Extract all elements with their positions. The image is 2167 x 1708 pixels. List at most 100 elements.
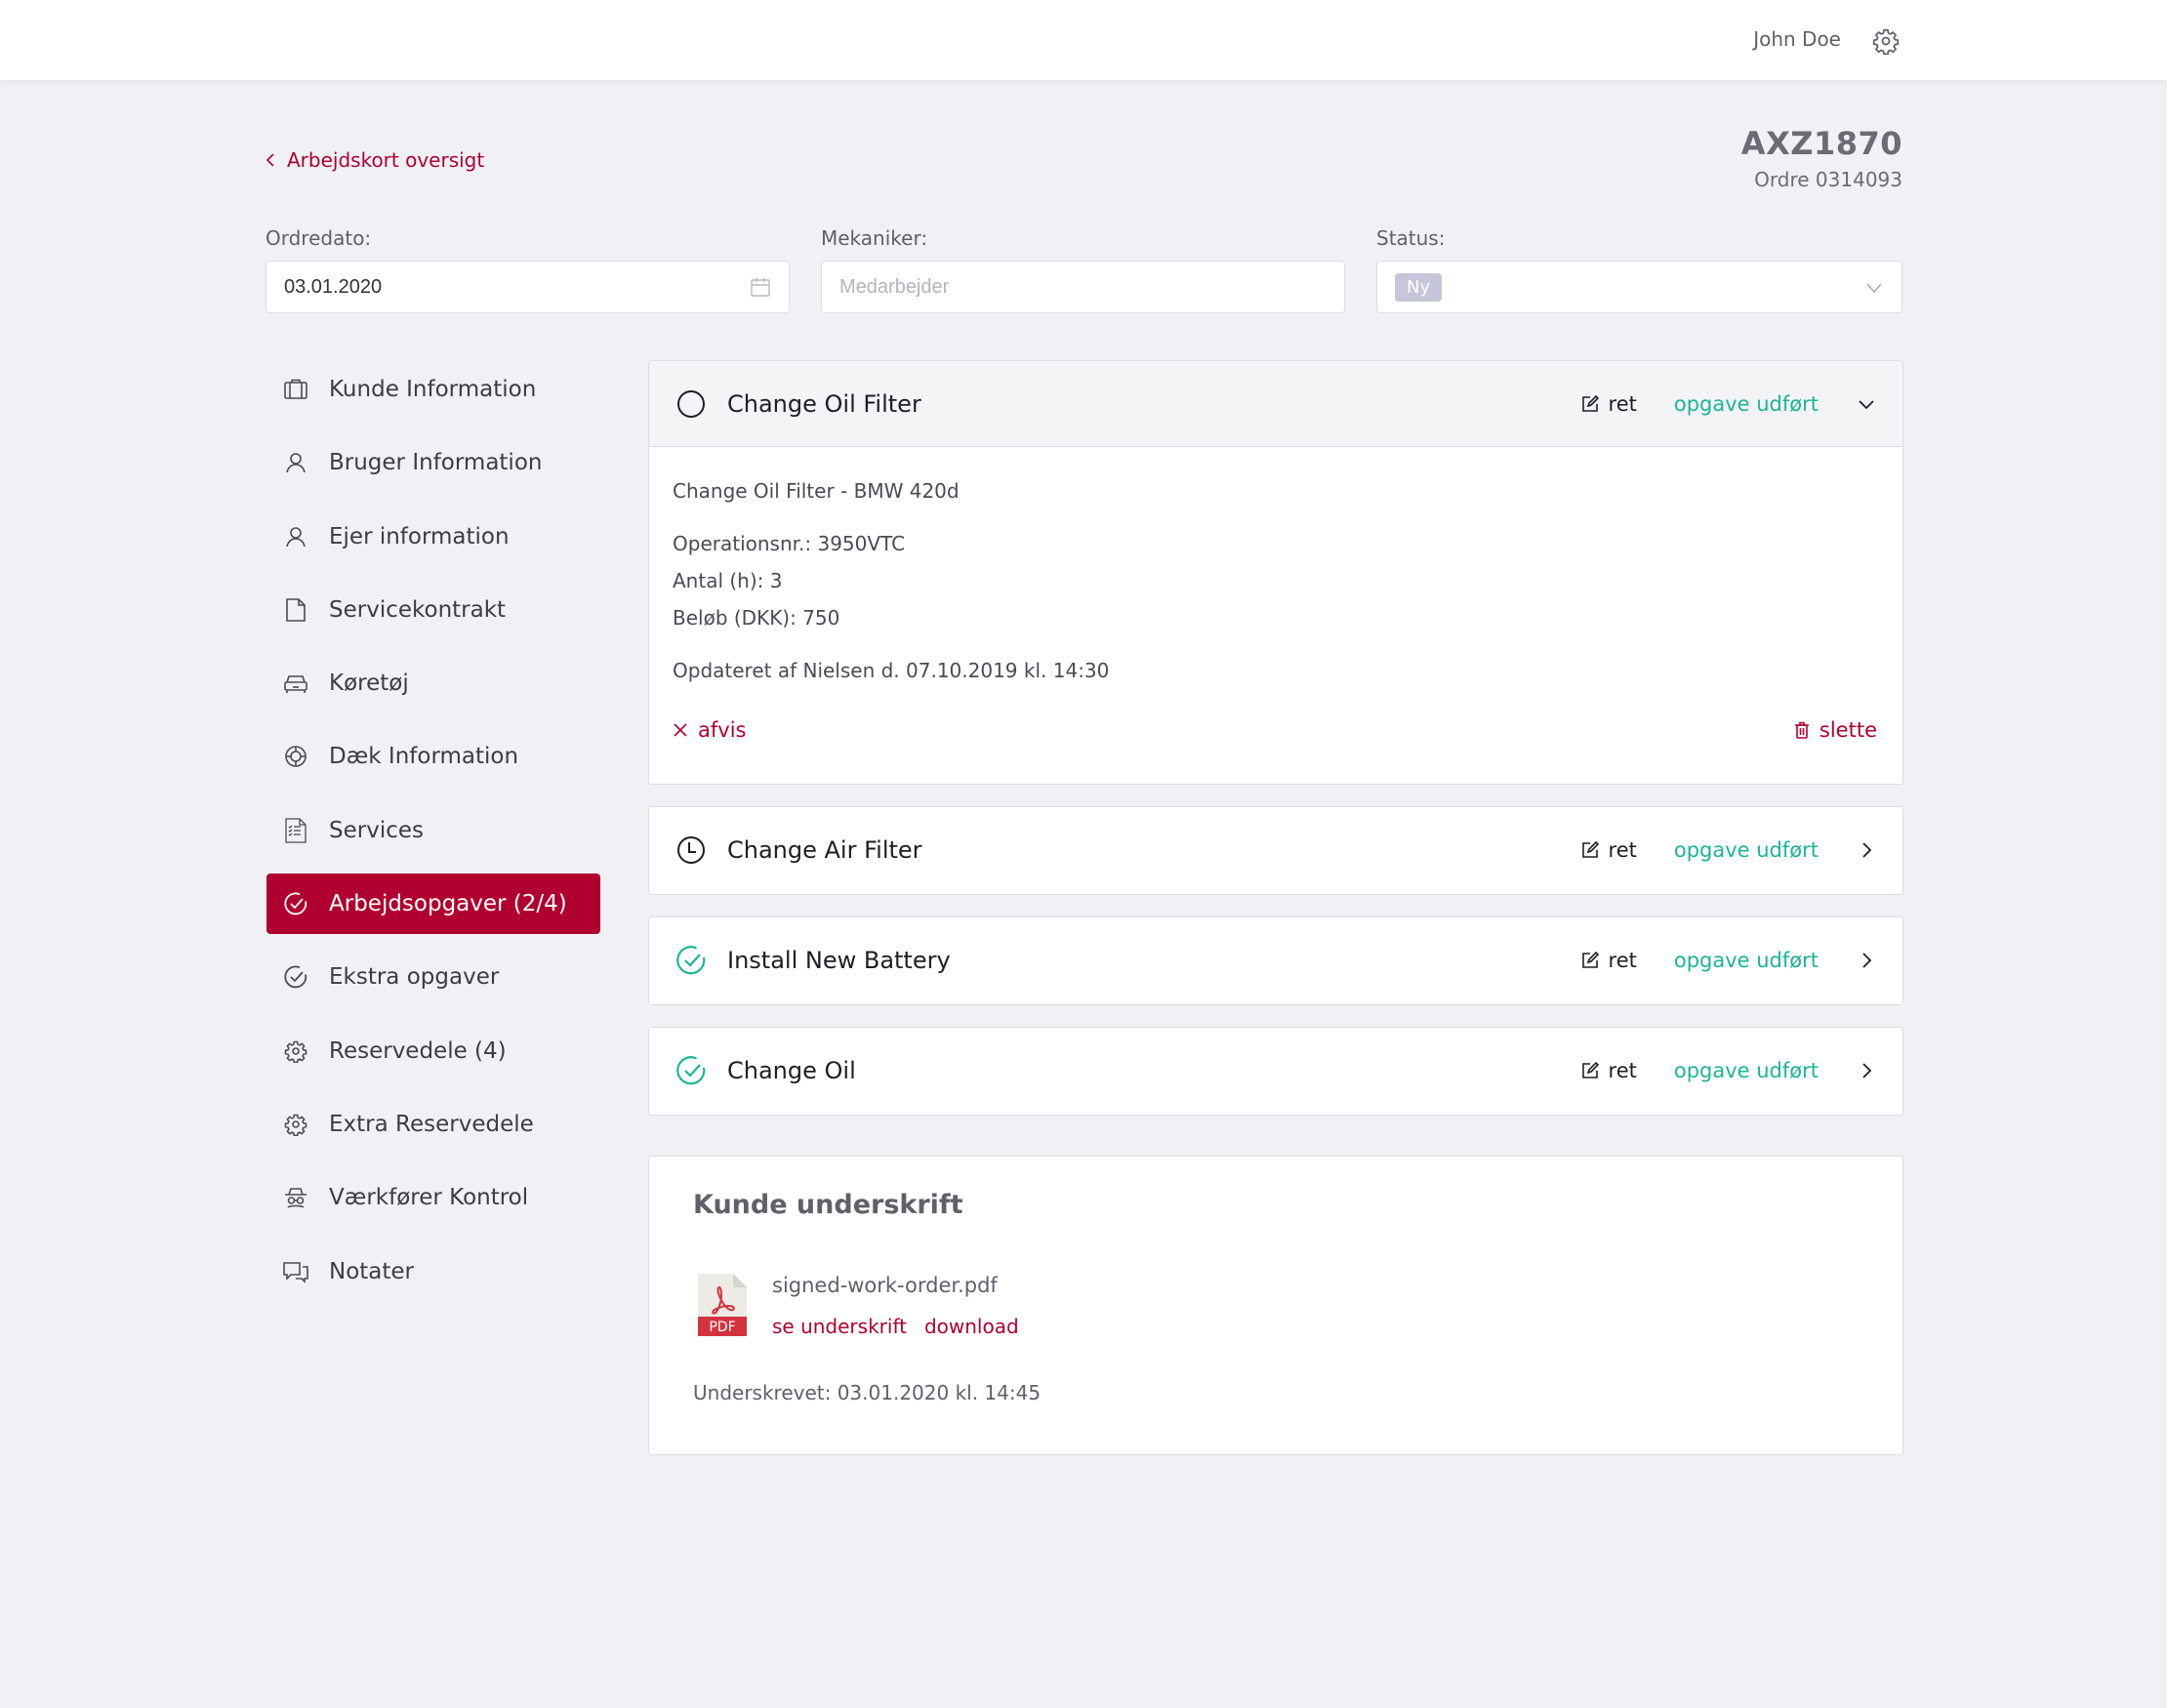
gear-icon xyxy=(281,1110,310,1139)
task-header[interactable]: Change Air Filter ret opgave udført xyxy=(649,807,1902,893)
edit-icon xyxy=(1581,394,1599,413)
sidebar-item-notater[interactable]: Notater xyxy=(266,1241,600,1302)
gear-icon xyxy=(1872,27,1900,55)
task-header[interactable]: Change Oil ret opgave udført xyxy=(649,1028,1902,1114)
back-link[interactable]: Arbejdskort oversigt xyxy=(266,148,484,172)
sidebar-item-label: Reservedele (4) xyxy=(329,1037,507,1064)
status-select[interactable]: Ny xyxy=(1376,261,1902,313)
document-icon xyxy=(281,595,310,625)
sidebar-item-label: Bruger Information xyxy=(329,450,543,476)
task-header[interactable]: Install New Battery ret opgave udført xyxy=(649,917,1902,1003)
mechanic-input[interactable] xyxy=(839,275,1327,299)
back-link-label: Arbejdskort oversigt xyxy=(287,148,485,172)
chevron-down-icon[interactable] xyxy=(1864,278,1884,298)
download-link[interactable]: download xyxy=(924,1315,1019,1338)
chevron-down-icon[interactable] xyxy=(1856,393,1877,415)
mark-done-button[interactable]: opgave udført xyxy=(1674,392,1819,416)
edit-label: ret xyxy=(1608,1059,1637,1082)
sidebar-item-services[interactable]: Services xyxy=(266,800,600,861)
sidebar-item-daek-information[interactable]: Dæk Information xyxy=(266,726,600,787)
edit-label: ret xyxy=(1608,838,1637,862)
sidebar-item-vaerkforer-kontrol[interactable]: Værkfører Kontrol xyxy=(266,1167,600,1228)
mechanic-field[interactable] xyxy=(821,261,1345,313)
sidebar-item-servicekontrakt[interactable]: Servicekontrakt xyxy=(266,580,600,640)
gear-icon xyxy=(281,1037,310,1066)
close-icon xyxy=(673,722,688,738)
user-name[interactable]: John Doe xyxy=(1753,27,1841,51)
edit-button[interactable]: ret xyxy=(1581,838,1637,862)
sidebar-item-reservedele[interactable]: Reservedele (4) xyxy=(266,1021,600,1081)
sidebar-item-label: Arbejdsopgaver (2/4) xyxy=(329,891,567,917)
mark-done-button[interactable]: opgave udført xyxy=(1674,949,1819,972)
task-title: Change Oil Filter xyxy=(727,389,921,418)
task-title: Install New Battery xyxy=(727,947,951,974)
sidebar-item-label: Extra Reservedele xyxy=(329,1111,534,1137)
briefcase-icon xyxy=(281,375,310,404)
top-bar: John Doe xyxy=(0,0,2167,80)
sidebar-item-label: Værkfører Kontrol xyxy=(329,1185,529,1211)
sidebar-item-label: Dæk Information xyxy=(329,744,519,770)
task-card: Change Oil Filter ret opgave udført Chan… xyxy=(648,360,1903,785)
chevron-left-icon xyxy=(266,152,275,168)
order-number: Ordre 0314093 xyxy=(1754,168,1902,191)
checklist-icon xyxy=(281,816,310,845)
circle-icon xyxy=(675,387,708,421)
mark-done-button[interactable]: opgave udført xyxy=(1674,838,1819,862)
status-badge: Ny xyxy=(1395,272,1443,302)
sidebar-item-arbejdsopgaver[interactable]: Arbejdsopgaver (2/4) xyxy=(266,874,600,935)
sidebar-item-label: Ekstra opgaver xyxy=(329,964,500,991)
sidebar-item-label: Notater xyxy=(329,1258,415,1284)
sidebar-item-label: Kunde Information xyxy=(329,377,537,402)
view-signature-link[interactable]: se underskrift xyxy=(772,1315,907,1338)
task-card: Install New Battery ret opgave udført xyxy=(648,916,1903,1005)
reject-label: afvis xyxy=(698,718,747,742)
edit-icon xyxy=(1581,952,1599,969)
file-links: se underskrift download xyxy=(772,1315,1019,1338)
chevron-right-icon[interactable] xyxy=(1856,839,1877,861)
settings-button[interactable] xyxy=(1872,27,1900,55)
delete-label: slette xyxy=(1819,718,1877,742)
edit-button[interactable]: ret xyxy=(1581,392,1637,416)
sidebar-item-koretoj[interactable]: Køretøj xyxy=(266,653,600,713)
license-plate: AXZ1870 xyxy=(1740,125,1902,162)
status-label: Status: xyxy=(1376,226,1446,250)
calendar-icon[interactable] xyxy=(750,276,771,298)
edit-icon xyxy=(1581,841,1599,859)
reject-button[interactable]: afvis xyxy=(673,718,746,742)
sidebar-item-extra-reservedele[interactable]: Extra Reservedele xyxy=(266,1094,600,1155)
pdf-file-icon[interactable]: PDF xyxy=(698,1274,747,1336)
edit-button[interactable]: ret xyxy=(1581,1059,1637,1082)
check-circle-icon xyxy=(281,889,310,918)
sidebar-item-kunde-information[interactable]: Kunde Information xyxy=(266,359,600,420)
sidebar-item-label: Ejer information xyxy=(329,523,510,549)
task-card: Change Air Filter ret opgave udført xyxy=(648,806,1903,895)
order-date-input[interactable] xyxy=(284,275,771,299)
task-updated: Opdateret af Nielsen d. 07.10.2019 kl. 1… xyxy=(673,659,1110,682)
chevron-right-icon[interactable] xyxy=(1856,1060,1877,1081)
sidebar-item-ekstra-opgaver[interactable]: Ekstra opgaver xyxy=(266,947,600,1007)
delete-button[interactable]: slette xyxy=(1794,718,1877,742)
edit-icon xyxy=(1581,1062,1599,1079)
signature-card: Kunde underskrift PDF signed-work-order.… xyxy=(648,1156,1903,1455)
order-date-field[interactable] xyxy=(266,261,790,313)
trash-icon xyxy=(1794,721,1810,739)
task-details: Change Oil Filter - BMW 420d Operationsn… xyxy=(649,447,1902,767)
chevron-right-icon[interactable] xyxy=(1856,950,1877,971)
vehicle-header: AXZ1870 Ordre 0314093 xyxy=(1741,125,1902,191)
tire-icon xyxy=(281,742,310,771)
mark-done-button[interactable]: opgave udført xyxy=(1674,1059,1819,1082)
edit-button[interactable]: ret xyxy=(1581,949,1637,972)
order-date-label: Ordredato: xyxy=(266,226,372,250)
pdf-badge: PDF xyxy=(709,1320,735,1335)
mechanic-label: Mekaniker: xyxy=(821,226,928,250)
inspector-icon xyxy=(281,1183,310,1212)
car-icon xyxy=(281,669,310,698)
task-title: Change Oil xyxy=(727,1057,856,1084)
task-header[interactable]: Change Oil Filter ret opgave udført xyxy=(649,361,1902,447)
sidebar-nav: Kunde Information Bruger Information Eje… xyxy=(266,359,600,1315)
sidebar-item-ejer-information[interactable]: Ejer information xyxy=(266,507,600,567)
chat-icon xyxy=(281,1257,310,1286)
sidebar-item-bruger-information[interactable]: Bruger Information xyxy=(266,432,600,493)
check-circle-icon xyxy=(675,1054,708,1087)
task-description: Change Oil Filter - BMW 420d xyxy=(673,479,960,503)
